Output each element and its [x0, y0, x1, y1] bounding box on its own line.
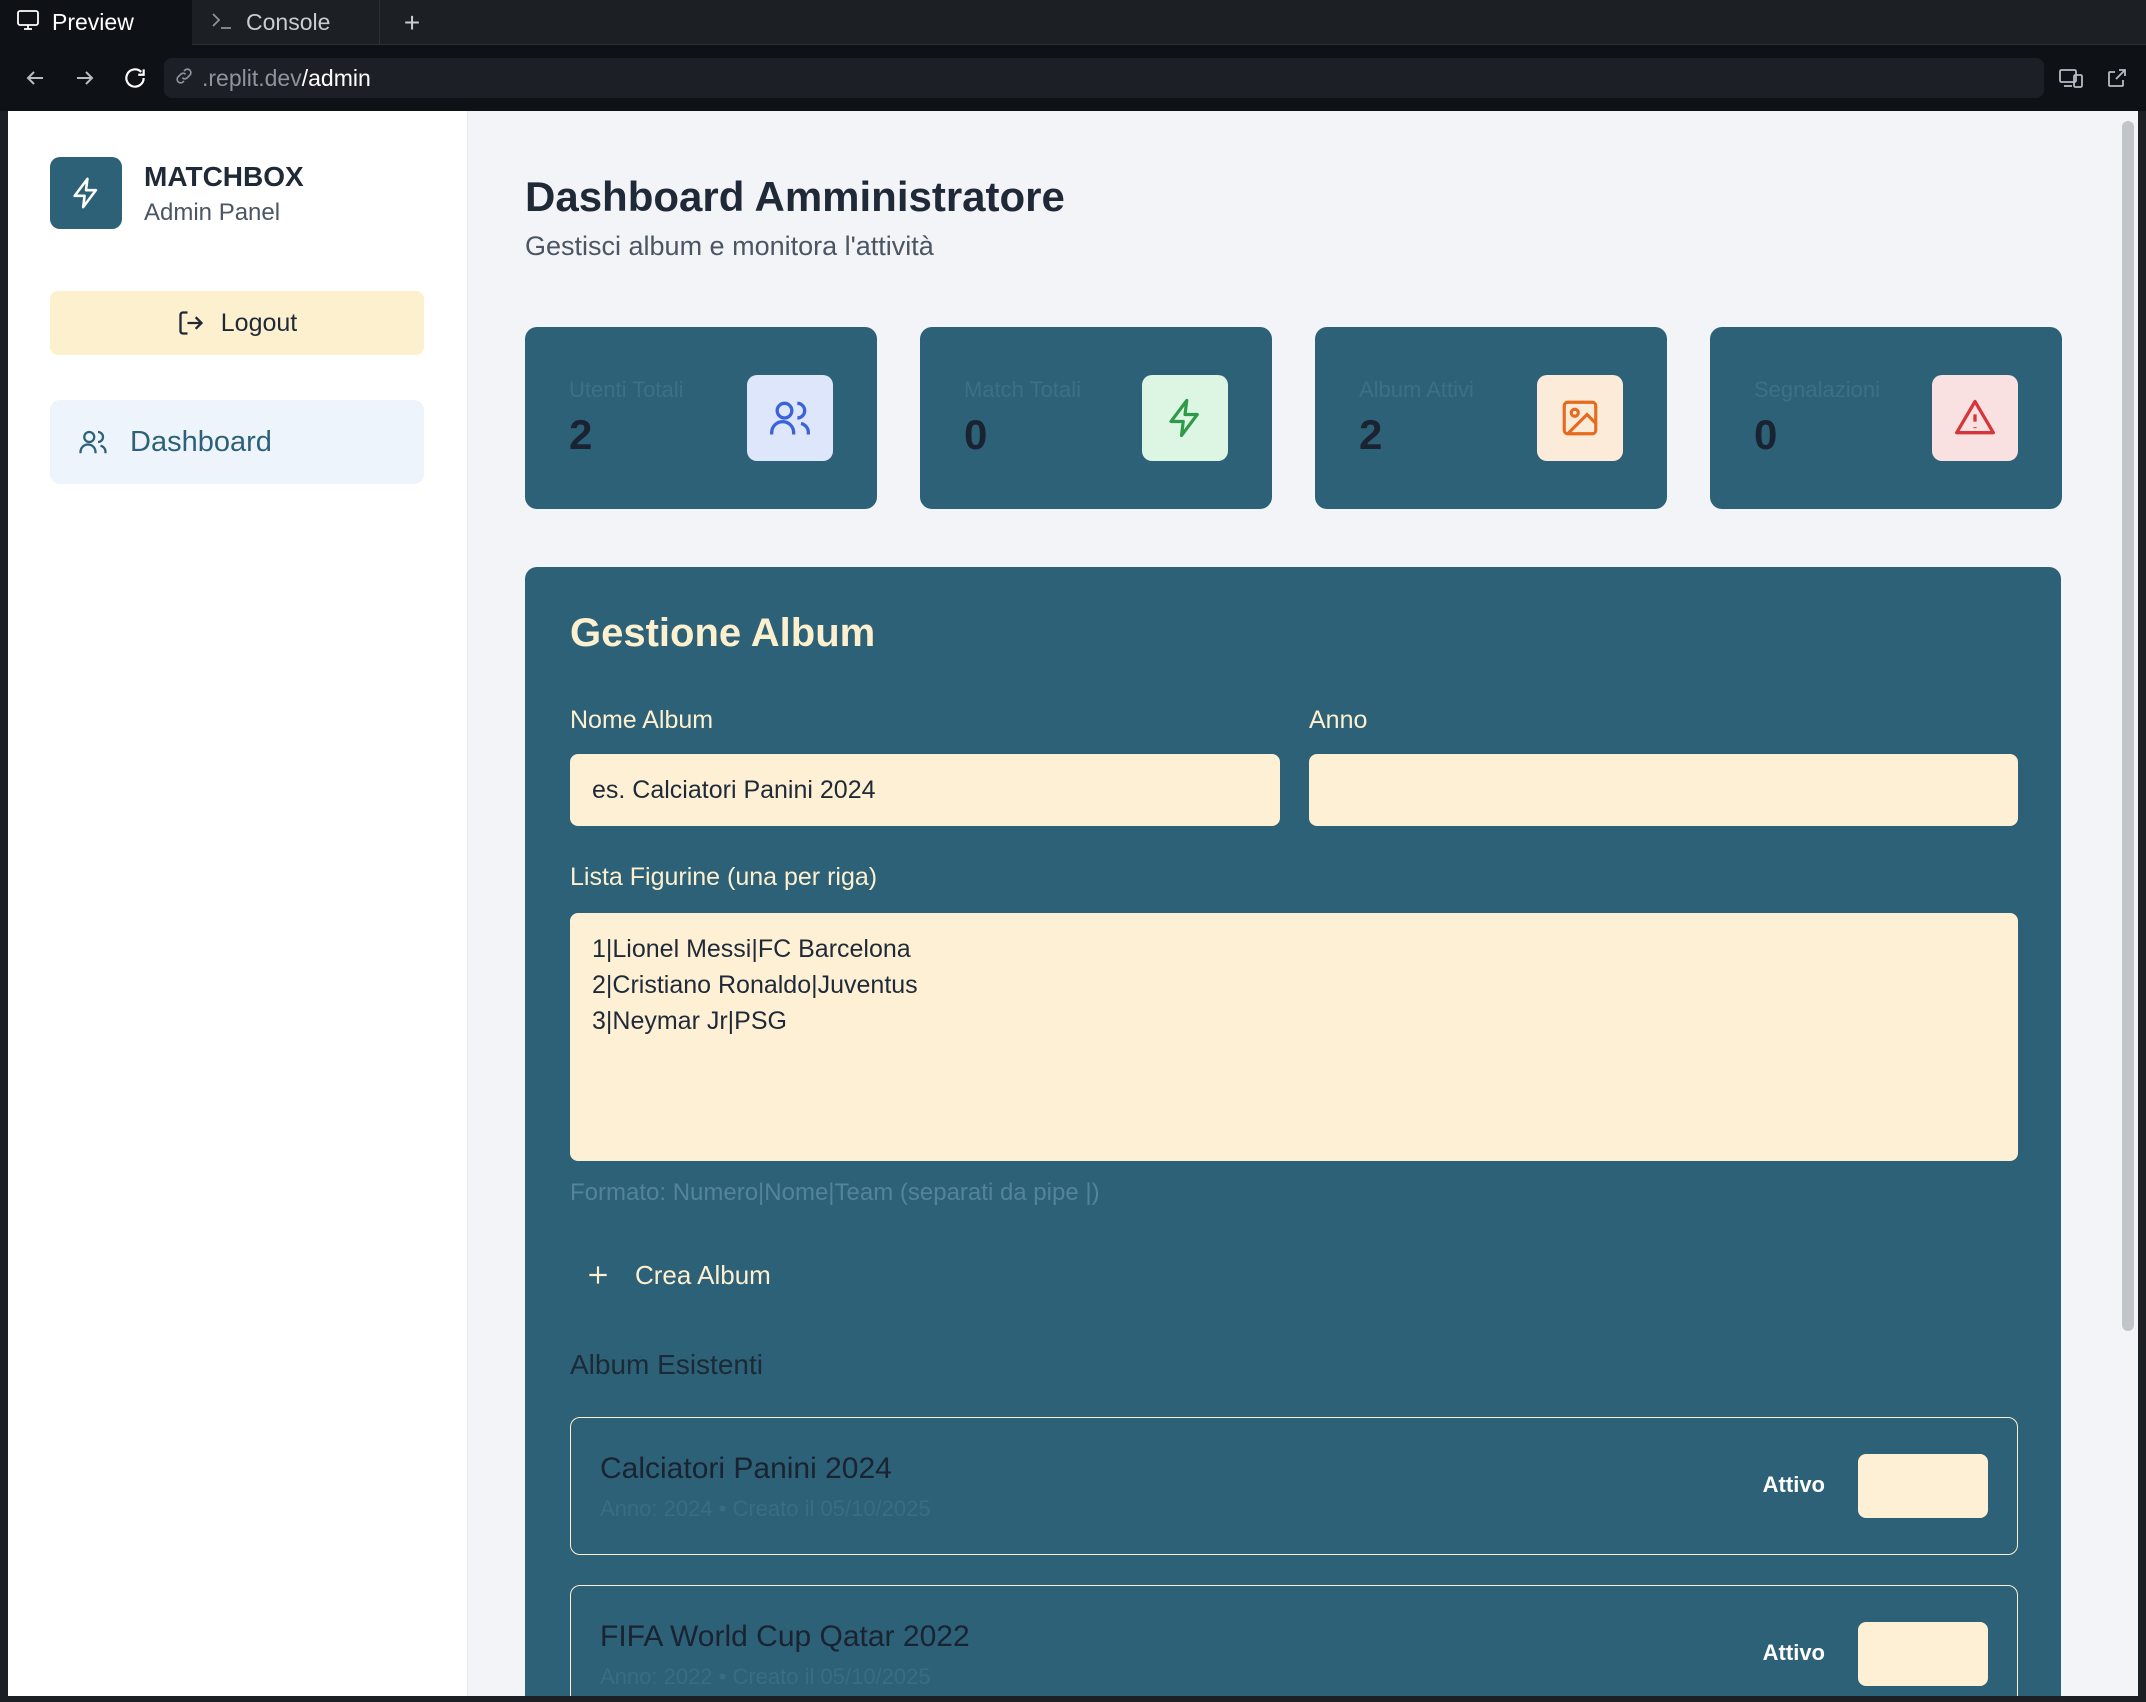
- scrollbar[interactable]: [2122, 121, 2134, 1331]
- users-icon: [79, 430, 107, 454]
- logo: [50, 157, 122, 229]
- logout-icon: [179, 311, 203, 335]
- url-host: .replit.dev: [202, 64, 302, 91]
- album-action-button[interactable]: [1858, 1454, 1988, 1518]
- forward-button[interactable]: [66, 59, 104, 97]
- stat-icon-box: [1537, 375, 1623, 461]
- browser-tab-bar: Preview Console +: [0, 0, 2146, 45]
- devices-button[interactable]: [2052, 59, 2090, 97]
- stat-card-reports: Segnalazioni 0: [1710, 327, 2062, 509]
- tab-label: Preview: [52, 9, 134, 35]
- reload-icon: [125, 68, 145, 88]
- sidebar: MATCHBOX Admin Panel Logout Dashboard: [8, 111, 468, 1696]
- panel-title: Gestione Album: [570, 611, 876, 655]
- textarea-line: 2|Cristiano Ronaldo|Juventus: [592, 971, 918, 999]
- link-icon: [174, 65, 194, 92]
- stat-value: 2: [569, 411, 593, 458]
- sidebar-item-label: Dashboard: [130, 425, 272, 458]
- stat-icon-box: [1932, 375, 2018, 461]
- album-card: Calciatori Panini 2024 Anno: 2024 • Crea…: [570, 1417, 2018, 1555]
- logout-label: Logout: [220, 308, 298, 337]
- address-bar-row: .replit.dev /admin: [0, 45, 2146, 111]
- create-album-label: Crea Album: [635, 1259, 771, 1290]
- page-title: Dashboard Amministratore: [525, 173, 1065, 220]
- sticker-list-textarea[interactable]: 1|Lionel Messi|FC Barcelona 2|Cristiano …: [570, 913, 2018, 1161]
- album-action-button[interactable]: [1858, 1622, 1988, 1686]
- terminal-icon: [210, 9, 234, 37]
- new-tab-button[interactable]: +: [392, 0, 432, 45]
- stat-icon-box: [747, 375, 833, 461]
- main-content: Dashboard Amministratore Gestisci album …: [469, 111, 2138, 1696]
- stat-value: 0: [964, 411, 988, 458]
- tab-console[interactable]: Console: [194, 0, 380, 45]
- zap-icon: [73, 177, 98, 209]
- year-input[interactable]: [1309, 754, 2018, 826]
- status-badge: Attivo: [1762, 1640, 1825, 1665]
- plus-icon: [589, 1266, 607, 1284]
- brand-subtitle: Admin Panel: [144, 199, 281, 226]
- sidebar-item-dashboard[interactable]: Dashboard: [50, 400, 424, 484]
- stat-label: Segnalazioni: [1754, 377, 1880, 402]
- logout-button[interactable]: Logout: [50, 291, 424, 355]
- format-hint: Formato: Numero|Nome|Team (separati da p…: [570, 1179, 1100, 1206]
- existing-albums-heading: Album Esistenti: [570, 1349, 763, 1380]
- album-management-panel: Gestione Album Nome Album Anno Lista Fig…: [525, 567, 2061, 1696]
- stat-card-users: Utenti Totali 2: [525, 327, 877, 509]
- reload-button[interactable]: [116, 59, 154, 97]
- year-label: Anno: [1309, 706, 1368, 734]
- album-name: FIFA World Cup Qatar 2022: [600, 1620, 970, 1653]
- external-link-icon: [2108, 69, 2126, 87]
- textarea-line: 1|Lionel Messi|FC Barcelona: [592, 935, 911, 963]
- back-button[interactable]: [16, 59, 54, 97]
- stat-card-albums: Album Attivi 2: [1315, 327, 1667, 509]
- brand-name: MATCHBOX: [144, 161, 304, 192]
- album-name: Calciatori Panini 2024: [600, 1452, 892, 1485]
- image-icon: [1562, 400, 1598, 436]
- create-album-button[interactable]: Crea Album: [585, 1247, 771, 1303]
- album-meta: Anno: 2024 • Creato il 05/10/2025: [600, 1496, 931, 1521]
- stat-card-matches: Match Totali 0: [920, 327, 1272, 509]
- devices-icon: [2059, 69, 2083, 88]
- album-meta: Anno: 2022 • Creato il 05/10/2025: [600, 1664, 931, 1689]
- stat-label: Utenti Totali: [569, 377, 684, 402]
- url-field[interactable]: .replit.dev /admin: [164, 58, 2044, 98]
- zap-icon: [1169, 398, 1199, 438]
- stat-label: Match Totali: [964, 377, 1081, 402]
- stat-value: 0: [1754, 411, 1778, 458]
- album-name-label: Nome Album: [570, 706, 714, 734]
- tab-preview[interactable]: Preview: [0, 0, 192, 45]
- album-card: FIFA World Cup Qatar 2022 Anno: 2022 • C…: [570, 1585, 2018, 1696]
- users-icon: [770, 401, 810, 435]
- arrow-right-icon: [77, 71, 94, 85]
- stat-label: Album Attivi: [1359, 377, 1474, 402]
- textarea-line: 3|Neymar Jr|PSG: [592, 1007, 787, 1035]
- status-badge: Attivo: [1762, 1472, 1825, 1497]
- stat-icon-box: [1142, 375, 1228, 461]
- sticker-list-label: Lista Figurine (una per riga): [570, 863, 878, 891]
- stat-value: 2: [1359, 411, 1383, 458]
- monitor-icon: [16, 9, 40, 37]
- page-subtitle: Gestisci album e monitora l'attività: [525, 231, 934, 261]
- album-name-input[interactable]: [570, 754, 1280, 826]
- app-viewport: MATCHBOX Admin Panel Logout Dashboard Da…: [8, 111, 2138, 1696]
- url-path: /admin: [301, 64, 371, 91]
- tab-label: Console: [246, 9, 331, 35]
- arrow-left-icon: [26, 71, 43, 85]
- open-external-button[interactable]: [2098, 59, 2136, 97]
- alert-triangle-icon: [1955, 399, 1995, 435]
